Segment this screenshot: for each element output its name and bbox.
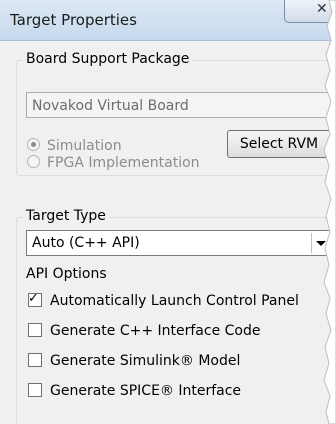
checkbox-generate-spice-interface-label: Generate SPICE® Interface <box>50 383 242 399</box>
radio-indicator <box>27 138 40 151</box>
checkbox-box <box>28 353 42 367</box>
checkbox-launch-control-panel-label: Automatically Launch Control Panel <box>50 293 299 309</box>
checkbox-generate-cpp-interface[interactable]: Generate C++ Interface Code <box>28 323 261 339</box>
checkbox-box: ✓ <box>28 291 42 307</box>
radio-fpga-label: FPGA Implementation <box>47 155 200 171</box>
api-options-label: API Options <box>26 266 107 282</box>
select-rvm-button[interactable]: Select RVM <box>227 130 331 158</box>
radio-indicator <box>27 155 40 168</box>
checkbox-box <box>28 323 42 337</box>
window-title: Target Properties <box>10 11 137 29</box>
radio-simulation[interactable]: Simulation <box>27 138 122 154</box>
radio-fpga-implementation[interactable]: FPGA Implementation <box>27 155 200 171</box>
checkmark-icon: ✓ <box>28 291 39 306</box>
target-properties-window: Target Properties ✕ Board Support Packag… <box>0 0 336 424</box>
checkbox-launch-control-panel[interactable]: ✓ Automatically Launch Control Panel <box>28 291 299 309</box>
radio-simulation-label: Simulation <box>47 138 122 154</box>
checkbox-generate-spice-interface[interactable]: Generate SPICE® Interface <box>28 383 241 399</box>
torn-edge-decoration <box>323 0 336 424</box>
target-type-selected-value: Auto (C++ API) <box>32 235 140 251</box>
title-bar: Target Properties ✕ <box>0 0 336 41</box>
target-type-select[interactable]: Auto (C++ API) <box>26 230 332 256</box>
board-name-field[interactable]: Novakod Virtual Board <box>26 92 332 118</box>
checkbox-generate-cpp-interface-label: Generate C++ Interface Code <box>50 323 261 339</box>
dialog-client-area: Board Support Package Novakod Virtual Bo… <box>0 41 336 424</box>
checkbox-generate-simulink-model-label: Generate Simulink® Model <box>50 353 241 369</box>
checkbox-generate-simulink-model[interactable]: Generate Simulink® Model <box>28 353 240 369</box>
checkbox-box <box>28 383 42 397</box>
board-support-package-legend: Board Support Package <box>23 51 193 67</box>
target-type-legend: Target Type <box>23 208 109 224</box>
